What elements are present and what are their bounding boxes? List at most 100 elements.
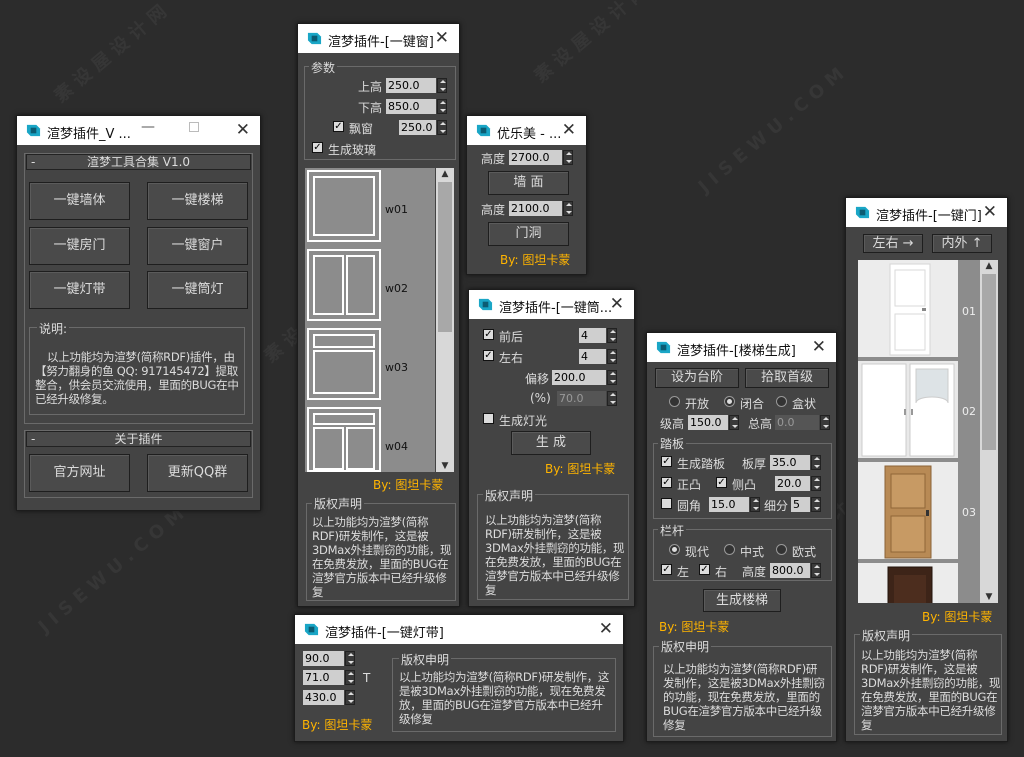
bay-window-checkbox[interactable]: ✓ — [333, 121, 344, 132]
flip-left-right-button[interactable]: 左右 → — [863, 234, 923, 253]
scroll-thumb[interactable] — [982, 274, 996, 450]
wall-button[interactable]: 一键墙体 — [29, 182, 130, 220]
flip-in-out-button[interactable]: 内外 ↑ — [932, 234, 992, 253]
door-style-list[interactable]: 01 02 03 — [858, 260, 980, 603]
window-thumb-w02[interactable] — [307, 249, 381, 321]
glass-checkbox[interactable]: ✓ — [312, 142, 323, 153]
set-step-button[interactable]: 设为台阶 — [655, 368, 739, 388]
door-thumb-03[interactable] — [858, 462, 958, 559]
window-thumb-w01[interactable] — [307, 170, 381, 242]
round-spinner[interactable]: 15.0 — [709, 497, 760, 512]
side-overhang-checkbox[interactable]: ✓ — [716, 477, 727, 488]
round-checkbox[interactable] — [661, 498, 672, 509]
step-height-spinner[interactable]: 150.0 — [688, 415, 739, 430]
percent-spinner[interactable]: 70.0 — [557, 391, 617, 406]
strip-value-2-spinner[interactable]: 71.0 — [303, 670, 355, 685]
right-rail-checkbox[interactable]: ✓ — [699, 564, 710, 575]
scroll-down-icon[interactable]: ▼ — [980, 591, 998, 603]
light-strip-button[interactable]: 一键灯带 — [29, 271, 130, 309]
rail-height-spinner[interactable]: 800.0 — [770, 563, 821, 578]
segments-spinner[interactable]: 5 — [791, 497, 821, 512]
scroll-up-icon[interactable]: ▲ — [980, 260, 998, 272]
gen-light-checkbox[interactable] — [483, 413, 494, 424]
title-bar[interactable]: 渲梦插件-[楼梯生成] ✕ — [647, 333, 836, 362]
rollout-header-about[interactable]: - 关于插件 — [26, 431, 251, 447]
title-bar[interactable]: 渲梦插件-[一键灯带] ✕ — [295, 615, 623, 644]
close-icon[interactable]: ✕ — [983, 202, 997, 222]
scroll-up-icon[interactable]: ▲ — [436, 168, 454, 180]
top-height-spinner[interactable]: 250.0 — [386, 78, 447, 93]
stair-button[interactable]: 一键楼梯 — [147, 182, 248, 220]
side-overhang-spinner[interactable]: 20.0 — [775, 476, 821, 491]
door-thumb-01[interactable] — [858, 260, 958, 357]
bay-window-spinner[interactable]: 250.0 — [399, 120, 447, 135]
open-radio[interactable] — [669, 396, 680, 407]
generate-button[interactable]: 生 成 — [511, 431, 591, 455]
downlight-button[interactable]: 一键筒灯 — [147, 271, 248, 309]
app-icon — [26, 124, 41, 137]
offset-spinner[interactable]: 200.0 — [552, 370, 617, 385]
left-right-checkbox[interactable]: ✓ — [483, 350, 494, 361]
window-thumb-w04[interactable] — [307, 407, 381, 472]
bottom-height-spinner[interactable]: 850.0 — [386, 99, 447, 114]
close-icon[interactable]: ✕ — [435, 28, 449, 48]
website-button[interactable]: 官方网址 — [29, 454, 130, 492]
door-thumb-02[interactable] — [858, 361, 958, 458]
thumb-label: 03 — [962, 506, 976, 519]
title-bar[interactable]: 优乐美 - ... ✕ — [467, 116, 586, 145]
pick-first-button[interactable]: 拾取首级 — [745, 368, 829, 388]
thickness-spinner[interactable]: 35.0 — [770, 455, 821, 470]
left-right-spinner[interactable]: 4 — [579, 349, 617, 364]
euro-label: 欧式 — [792, 545, 817, 559]
door-window: 渲梦插件-[一键门] ✕ 左右 → 内外 ↑ 01 02 03 ▲ ▼ By: … — [845, 197, 1008, 742]
strip-value-3-spinner[interactable]: 430.0 — [303, 690, 355, 705]
list-scrollbar[interactable]: ▲ ▼ — [980, 260, 998, 603]
modern-radio[interactable] — [669, 544, 680, 555]
door-thumb-04[interactable] — [858, 563, 958, 603]
window-thumb-w03[interactable] — [307, 328, 381, 400]
generate-stair-button[interactable]: 生成楼梯 — [703, 589, 781, 612]
scroll-down-icon[interactable]: ▼ — [436, 460, 454, 472]
front-back-checkbox[interactable]: ✓ — [483, 329, 494, 340]
author-label: By: 图坦卡蒙 — [302, 718, 373, 732]
wall-height-spinner[interactable]: 2700.0 — [509, 150, 573, 165]
title-bar[interactable]: 渲梦插件-[一键门] ✕ — [846, 198, 1007, 227]
title-bar[interactable]: 渲梦插件-[一键窗] ✕ — [298, 24, 459, 53]
thumb-label: 02 — [962, 405, 976, 418]
tread-label: 踏板 — [658, 435, 687, 452]
front-back-spinner[interactable]: 4 — [579, 328, 617, 343]
hole-height-spinner[interactable]: 2100.0 — [509, 201, 573, 216]
front-overhang-checkbox[interactable]: ✓ — [661, 477, 672, 488]
minimize-button[interactable]: — — [141, 119, 155, 135]
box-radio[interactable] — [776, 396, 787, 407]
left-rail-checkbox[interactable]: ✓ — [661, 564, 672, 575]
title-bar[interactable]: 渲梦插件_V ... — ✕ — [17, 116, 260, 145]
chinese-radio[interactable] — [724, 544, 735, 555]
title-bar[interactable]: 渲梦插件-[一键筒... ✕ — [469, 290, 634, 319]
door-image — [858, 462, 958, 559]
qq-group-button[interactable]: 更新QQ群 — [147, 454, 248, 492]
copyright-label: 版权申明 — [659, 638, 712, 655]
list-scrollbar[interactable]: ▲ ▼ — [436, 168, 454, 472]
wall-face-button[interactable]: 墙 面 — [488, 171, 569, 195]
door-button[interactable]: 一键房门 — [29, 227, 130, 265]
rollout-header-tools[interactable]: - 渲梦工具合集 V1.0 — [26, 154, 251, 170]
close-icon[interactable]: ✕ — [562, 120, 576, 140]
total-height-spinner[interactable]: 0.0 — [775, 415, 830, 430]
strip-value-1-spinner[interactable]: 90.0 — [303, 651, 355, 666]
closed-radio[interactable] — [724, 396, 735, 407]
maximize-button[interactable] — [189, 122, 199, 132]
door-hole-button[interactable]: 门洞 — [488, 222, 569, 246]
gen-tread-checkbox[interactable]: ✓ — [661, 456, 672, 467]
door-image — [858, 361, 958, 458]
scroll-thumb[interactable] — [438, 182, 452, 332]
window-button[interactable]: 一键窗户 — [147, 227, 248, 265]
close-icon[interactable]: ✕ — [610, 294, 624, 314]
light-strip-window: 渲梦插件-[一键灯带] ✕ 90.0 71.0 T 430.0 By: 图坦卡蒙… — [294, 614, 624, 742]
close-icon[interactable]: ✕ — [236, 120, 250, 140]
segments-label: 细分 — [764, 499, 789, 513]
euro-radio[interactable] — [776, 544, 787, 555]
close-icon[interactable]: ✕ — [599, 619, 613, 639]
close-icon[interactable]: ✕ — [812, 337, 826, 357]
window-style-list[interactable]: w01 w02 w03 w04 — [305, 168, 435, 472]
